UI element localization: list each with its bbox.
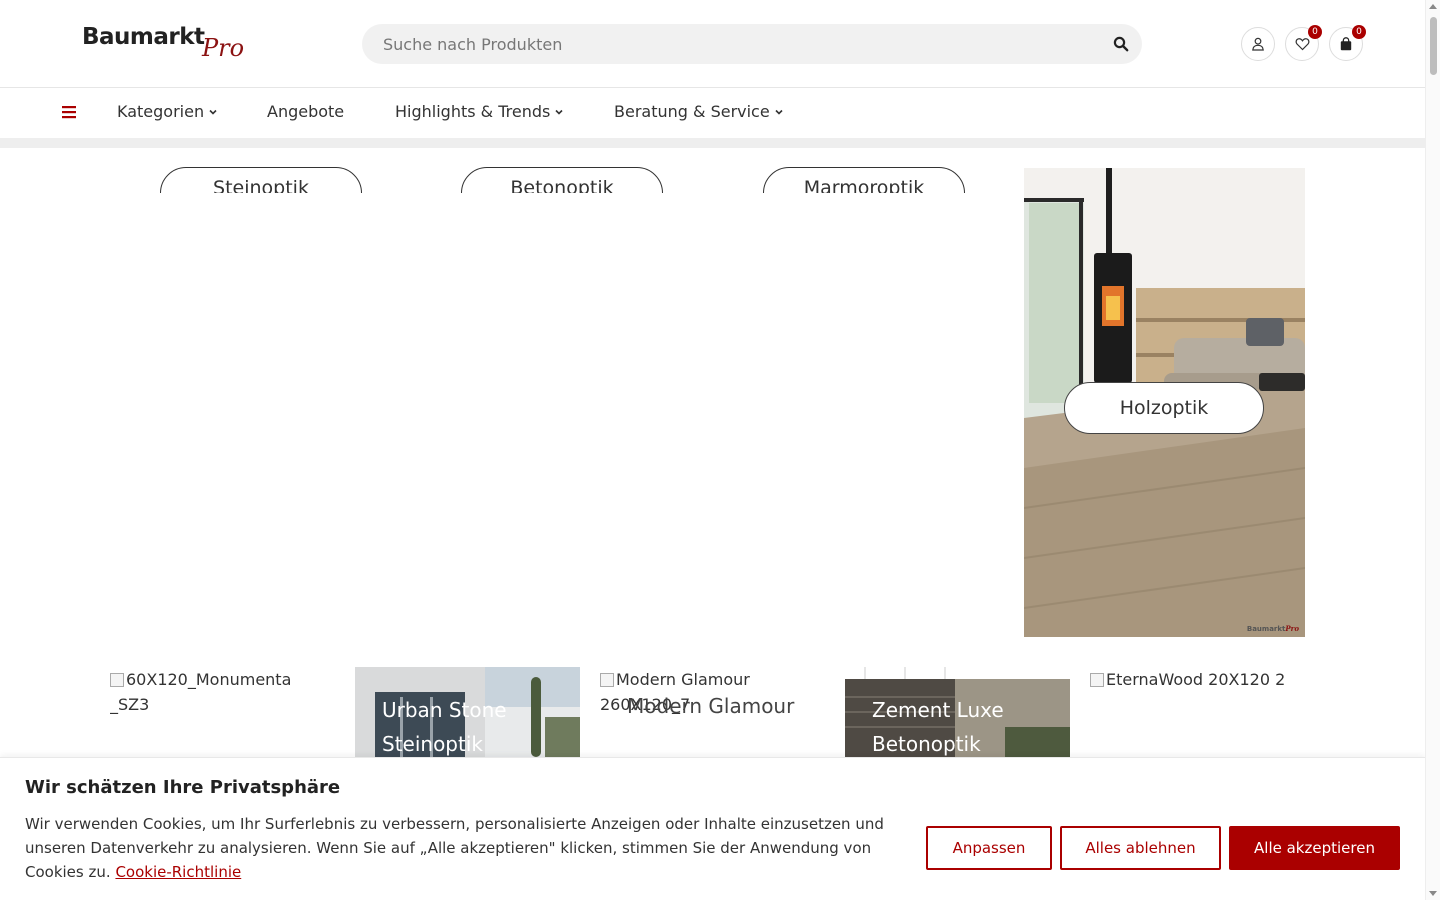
category-marmoroptik-button[interactable]: Marmoroptik (763, 167, 965, 193)
cookie-text: Wir verwenden Cookies, um Ihr Surferlebn… (25, 812, 905, 884)
product-image-placeholder: 60X120_Monumenta _SZ3 (110, 667, 335, 717)
image-alt-text: EternaWood 20X120 2 (1106, 670, 1286, 689)
category-label: Betonoptik (461, 167, 663, 193)
menu-icon[interactable] (62, 105, 76, 119)
product-title-line: Modern Glamour (627, 694, 795, 718)
nav-item-label: Highlights & Trends (395, 102, 551, 121)
scroll-down-arrow-icon[interactable] (1429, 891, 1437, 896)
broken-image-icon (1090, 673, 1104, 687)
product-title-line: Urban Stone (382, 698, 507, 722)
category-label: Marmoroptik (763, 167, 965, 193)
nav-item-highlights-trends[interactable]: Highlights & Trends (395, 102, 564, 121)
scroll-up-arrow-icon[interactable] (1429, 4, 1437, 9)
product-card-zement-luxe[interactable]: Zement Luxe Betonoptik (845, 667, 1070, 757)
nav-item-kategorien[interactable]: Kategorien (117, 102, 218, 121)
product-card-urban-stone[interactable]: Urban Stone Steinoptik (355, 667, 580, 757)
category-label: Steinoptik (160, 167, 362, 193)
broken-image-icon (600, 673, 614, 687)
scrollbar-thumb[interactable] (1430, 17, 1437, 75)
search-bar (362, 24, 1142, 64)
holzoptik-button[interactable]: Holzoptik (1064, 382, 1264, 434)
search-input[interactable] (362, 24, 1102, 64)
cookie-customize-button[interactable]: Anpassen (926, 826, 1052, 870)
product-image-placeholder: EternaWood 20X120 2 (1090, 667, 1315, 692)
product-title-line: Zement Luxe (872, 698, 1004, 722)
product-title: Urban Stone Steinoptik (382, 693, 507, 757)
watermark-main: Baumarkt (1246, 625, 1286, 633)
nav-item-angebote[interactable]: Angebote (267, 102, 344, 121)
cookie-consent-banner: Wir schätzen Ihre Privatsphäre Wir verwe… (0, 757, 1425, 900)
watermark-sub: Pro (1285, 624, 1299, 633)
chevron-down-icon (209, 109, 217, 115)
nav-divider (0, 138, 1425, 148)
nav-item-beratung-service[interactable]: Beratung & Service (614, 102, 784, 121)
cookie-title: Wir schätzen Ihre Privatsphäre (25, 777, 341, 798)
image-alt-text: 60X120_Monumenta _SZ3 (110, 670, 292, 714)
cookie-policy-link[interactable]: Cookie-Richtlinie (115, 863, 241, 881)
main-navigation: Kategorien Angebote Highlights & Trends … (0, 88, 1425, 138)
category-steinoptik-button[interactable]: Steinoptik (160, 167, 362, 193)
broken-image-icon (110, 673, 124, 687)
wishlist-button[interactable]: 0 (1285, 25, 1322, 61)
category-holzoptik-tile[interactable]: Holzoptik BaumarktPro (1024, 168, 1305, 637)
site-logo[interactable]: Baumarkt Pro (82, 22, 252, 66)
product-subtitle-line: Betonoptik (872, 732, 981, 756)
account-button[interactable] (1241, 27, 1275, 61)
nav-item-label: Angebote (267, 102, 345, 121)
user-icon (1252, 37, 1264, 51)
logo-sub-text: Pro (202, 34, 245, 62)
product-card-eternawood[interactable]: EternaWood 20X120 2 (1090, 667, 1315, 757)
cookie-reject-all-button[interactable]: Alles ablehnen (1060, 826, 1221, 870)
heart-icon (1295, 38, 1309, 51)
cart-button[interactable]: 0 (1329, 25, 1366, 61)
product-title: Zement Luxe Betonoptik (872, 693, 1004, 757)
chevron-down-icon (775, 109, 783, 115)
image-watermark-logo: BaumarktPro (1247, 624, 1299, 633)
cart-count-badge: 0 (1352, 25, 1366, 39)
product-card-modern-glamour[interactable]: Modern Glamour 260X120_7 Modern Glamour (600, 667, 825, 757)
nav-item-label: Beratung & Service (614, 102, 770, 121)
search-icon[interactable] (1113, 36, 1129, 52)
page-scrollbar[interactable] (1425, 0, 1440, 900)
product-card-monumenta[interactable]: 60X120_Monumenta _SZ3 (110, 667, 335, 757)
shopping-bag-icon (1340, 37, 1352, 51)
site-header: Baumarkt Pro 0 0 (0, 0, 1425, 88)
product-title: Modern Glamour (627, 689, 794, 723)
category-betonoptik-button[interactable]: Betonoptik (461, 167, 663, 193)
wishlist-count-badge: 0 (1308, 25, 1322, 39)
product-subtitle-line: Steinoptik (382, 732, 483, 756)
cookie-accept-all-button[interactable]: Alle akzeptieren (1229, 826, 1400, 870)
logo-main-text: Baumarkt (82, 24, 205, 50)
nav-item-label: Kategorien (117, 102, 205, 121)
chevron-down-icon (555, 109, 563, 115)
